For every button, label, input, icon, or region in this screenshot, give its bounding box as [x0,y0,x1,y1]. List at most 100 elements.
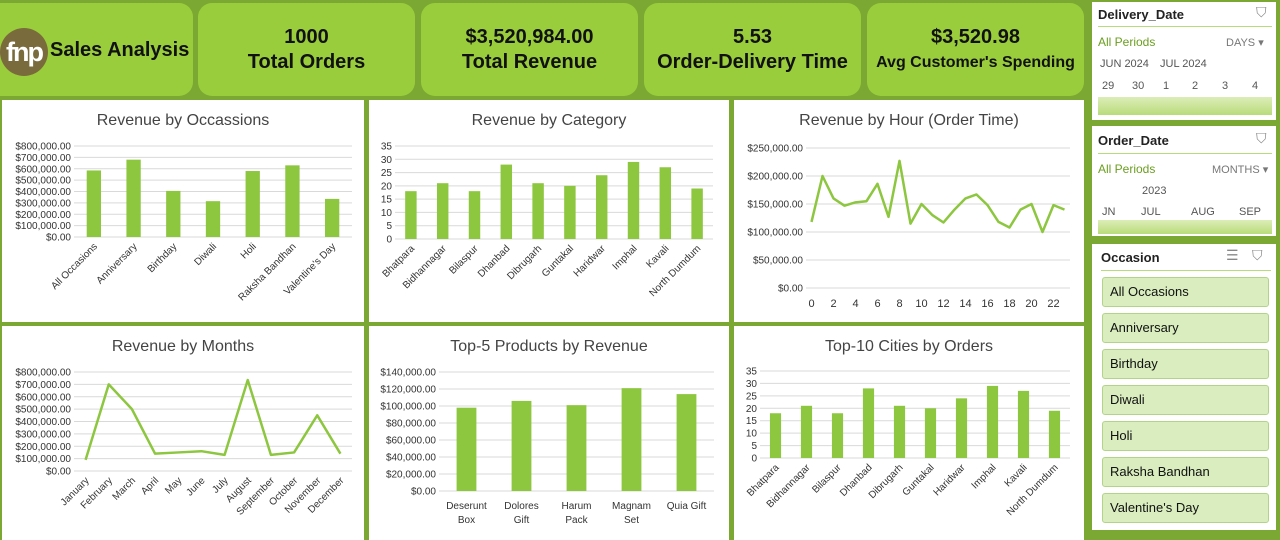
y-tick-label: 5 [751,441,757,452]
kpi-avg-spending: $3,520.98 Avg Customer's Spending [867,3,1084,96]
x-tick-label: Set [624,515,639,526]
slicer-item-diwali[interactable]: Diwali [1102,385,1269,415]
x-tick-label: May [163,475,184,496]
x-tick-label: Magnam [612,501,651,512]
bar [564,185,576,239]
x-tick-label: 18 [1003,298,1015,310]
bar [627,161,640,239]
chart-panel-cities[interactable]: 0 5 10 15 20 25 30 35 Bhatpara Bidhannagar Bilaspu… [734,326,1084,540]
bar [1017,390,1030,458]
slicer-item-anniversary[interactable]: Anniversary [1102,313,1269,343]
chart-panel-category[interactable]: 0 5 10 15 20 25 30 35 Bhatpara Bidhannagar Bilaspu… [369,100,729,322]
y-tick-label: $700,000.00 [15,380,71,391]
all-periods-link[interactable]: All Periods [1098,35,1155,49]
bar [456,407,477,491]
y-tick-label: $600,000.00 [15,164,71,175]
dropdown-icon: ▾ [1262,164,1269,176]
bar [532,183,544,239]
order-date-timeline[interactable]: Order_Date ⛉ All Periods MONTHS ▾ 2023 J… [1092,126,1276,236]
bar [566,405,587,491]
bar [86,170,102,237]
slicer-item-holi[interactable]: Holi [1102,421,1269,451]
y-tick-label: 30 [746,379,758,390]
bar [769,413,782,458]
y-tick-label: $700,000.00 [15,153,71,164]
timeline-day-label: 30 [1132,80,1145,92]
y-tick-label: $100,000.00 [747,228,803,239]
clear-filter-icon[interactable]: ⛉ [1252,247,1263,264]
y-tick-label: 20 [381,181,393,192]
kpi-value: 1000 [284,25,329,48]
clear-filter-icon[interactable]: ⛉ [1256,130,1267,147]
bar [468,191,481,239]
y-tick-label: $400,000.00 [15,187,71,198]
bar [500,164,513,239]
x-tick-label: June [184,475,207,498]
y-tick-label: $100,000.00 [15,454,71,465]
y-tick-label: $0.00 [411,487,436,498]
y-tick-label: $80,000.00 [386,419,436,430]
dashboard: fnp Sales Analysis 1000 Total Orders $3,… [0,0,1088,540]
y-tick-label: 0 [751,454,757,465]
bar [659,167,672,239]
y-tick-label: 0 [386,235,392,246]
x-tick-label: Guntakal [901,462,937,498]
y-tick-label: $120,000.00 [380,385,436,396]
chart-panel-hour[interactable]: $0.00 $50,000.00 $100,000.00 $150,000.00 $20… [734,100,1084,322]
x-tick-label: Haridwar [932,462,969,499]
x-tick-label: Holi [239,241,259,261]
kpi-value: 5.53 [733,25,772,48]
y-tick-label: $0.00 [46,233,71,244]
x-tick-label: 14 [959,298,971,310]
chart-panel-products[interactable]: $0.00 $20,000.00 $40,000.00 $60,000.00 $80,0… [369,326,729,540]
y-tick-label: 10 [746,429,758,440]
y-tick-label: $400,000.00 [15,417,71,428]
x-tick-label: Dibrugarh [505,243,544,282]
revenue-by-category-chart: 05101520253035BhatparaBidhannagarBilaspu… [381,142,713,299]
chart-title: Top-10 Cities by Orders [824,338,994,355]
timeline-selection-bar[interactable] [1098,220,1272,234]
brand-card: fnp Sales Analysis [0,3,193,96]
y-tick-label: 10 [381,208,393,219]
x-tick-label: 2 [830,298,836,310]
y-tick-label: $0.00 [778,284,803,295]
x-tick-label: Anniversary [95,241,140,286]
y-tick-label: $150,000.00 [747,200,803,211]
divider [1101,270,1271,271]
slicer-item-birthday[interactable]: Birthday [1102,349,1269,379]
y-tick-label: 15 [381,195,393,206]
bar [1048,410,1061,458]
delivery-date-timeline[interactable]: Delivery_Date ⛉ All Periods DAYS ▾ JUN 2… [1092,2,1276,120]
bar [862,388,875,458]
multi-select-icon[interactable]: ☰ [1226,247,1239,264]
chart-panel-occasions[interactable]: $0.00 $100,000.00 $200,000.00 $300,000.00 $4… [2,100,364,322]
y-tick-label: $200,000.00 [15,210,71,221]
y-tick-label: $0.00 [46,467,71,478]
timeline-month-label: AUG [1191,206,1215,218]
timeline-month-label: JUN 2024 [1100,58,1149,70]
bar [621,388,642,491]
slicer-item-all-occasions[interactable]: All Occasions [1102,277,1269,307]
y-tick-label: $800,000.00 [15,142,71,153]
slicer-item-raksha-bandhan[interactable]: Raksha Bandhan [1102,457,1269,487]
time-level-dropdown[interactable]: DAYS ▾ [1226,36,1264,49]
slicer-item-valentines-day[interactable]: Valentine's Day [1102,493,1269,523]
y-tick-label: $140,000.00 [380,368,436,379]
occasion-slicer[interactable]: Occasion ☰ ⛉ All Occasions Anniversary B… [1092,244,1276,530]
x-tick-label: Harum [561,501,591,512]
timeline-selection-bar[interactable] [1098,97,1272,115]
all-periods-link[interactable]: All Periods [1098,162,1155,176]
x-tick-label: 8 [896,298,902,310]
clear-filter-icon[interactable]: ⛉ [1256,4,1267,21]
y-tick-label: $600,000.00 [15,392,71,403]
x-tick-label: Box [458,515,475,526]
kpi-label: Avg Customer's Spending [876,53,1075,71]
time-level-dropdown[interactable]: MONTHS ▾ [1212,163,1268,176]
x-tick-label: Deserunt [446,501,487,512]
bar [986,385,999,458]
x-tick-label: Dolores [504,501,538,512]
chart-panel-months[interactable]: $0.00 $100,000.00 $200,000.00 $300,000.00 $4… [2,326,364,540]
slicer-sidebar: Delivery_Date ⛉ All Periods DAYS ▾ JUN 2… [1088,0,1280,540]
y-tick-label: $800,000.00 [15,368,71,379]
bar [595,175,608,239]
